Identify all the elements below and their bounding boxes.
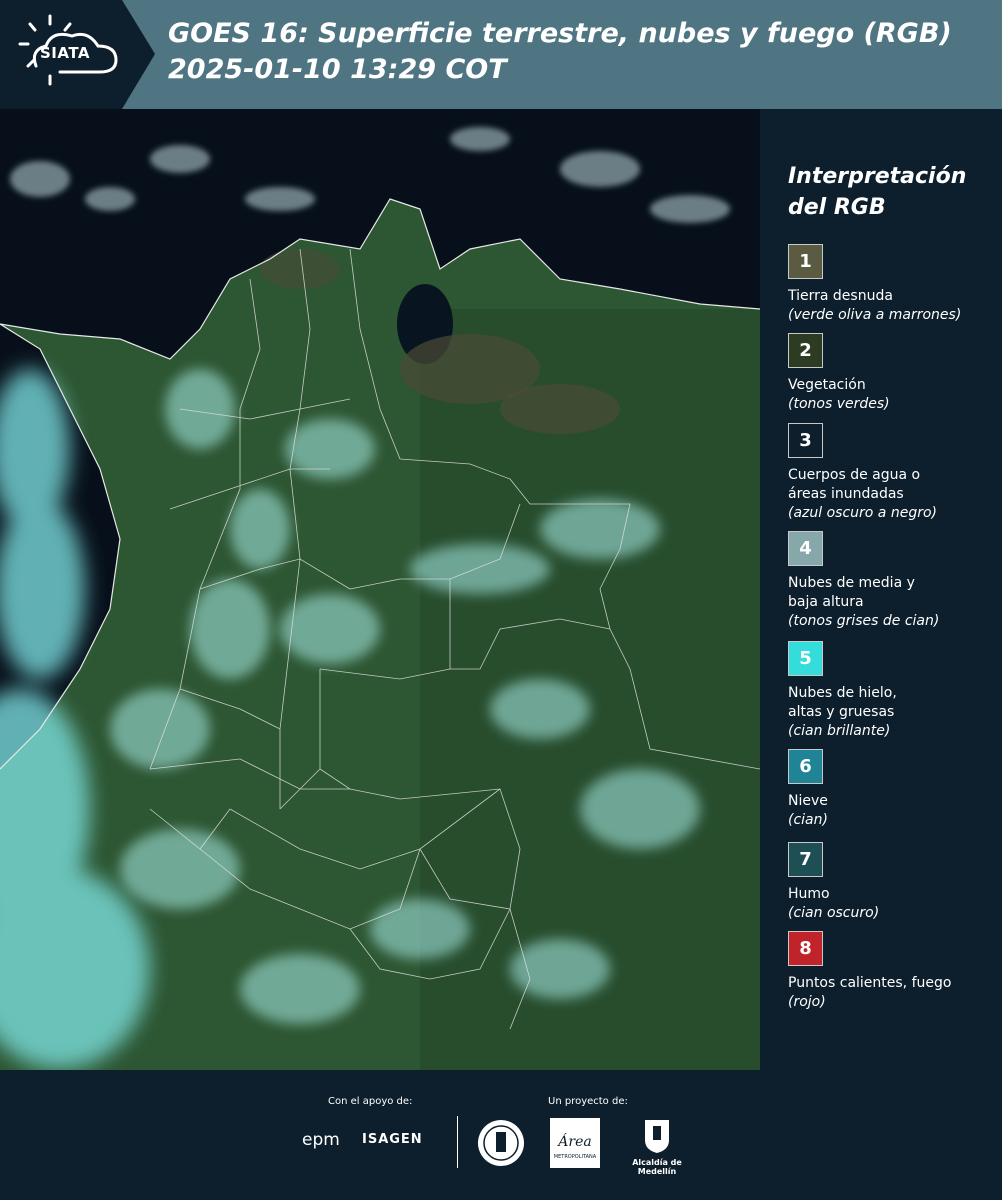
legend-swatch: 3	[788, 423, 823, 458]
legend-item-label-2: altas y gruesas	[788, 704, 895, 720]
title-line-2: 2025-01-10 13:29 COT	[168, 54, 507, 85]
legend-item-snow: 6 Nieve (cian)	[788, 749, 998, 830]
legend-swatch: 2	[788, 333, 823, 368]
header-banner: SIATA GOES 16: Superficie terrestre, nub…	[0, 0, 1002, 109]
isagen-logo: ISAGEN	[362, 1132, 423, 1147]
legend-item-sub: (tonos grises de cian)	[788, 613, 940, 629]
area-logo-subtext: METROPOLITANA	[554, 1154, 597, 1160]
legend-title-line-1: Interpretación	[788, 164, 967, 189]
legend-item-sub: (rojo)	[788, 994, 826, 1010]
legend-item-label: Nieve	[788, 793, 828, 809]
satellite-map	[0, 109, 760, 1070]
legend-item-sub: (cian oscuro)	[788, 905, 880, 921]
siata-logo: SIATA	[0, 0, 155, 109]
support-label: Con el apoyo de:	[328, 1096, 413, 1107]
legend-swatch: 4	[788, 531, 823, 566]
legend-swatch: 5	[788, 641, 823, 676]
area-metropolitana-logo: Área METROPOLITANA	[550, 1118, 600, 1172]
legend-item-label-2: áreas inundadas	[788, 486, 904, 502]
area-logo-text: Área	[556, 1132, 591, 1150]
legend-item-label-2: baja altura	[788, 594, 864, 610]
legend-title: Interpretación del RGB	[788, 161, 998, 223]
legend-item-bare-soil: 1 Tierra desnuda (verde oliva a marrones…	[788, 244, 998, 325]
legend-item-ice-clouds: 5 Nubes de hielo, altas y gruesas (cian …	[788, 641, 998, 741]
project-label: Un proyecto de:	[548, 1096, 628, 1107]
footer-divider	[457, 1116, 458, 1168]
medellin-shield-icon	[645, 1120, 669, 1153]
page-title: GOES 16: Superficie terrestre, nubes y f…	[168, 16, 998, 88]
legend-item-label: Tierra desnuda	[788, 288, 893, 304]
rgb-legend: Interpretación del RGB 1 Tierra desnuda …	[760, 109, 1002, 1070]
legend-title-line-2: del RGB	[788, 195, 886, 220]
legend-item-label: Humo	[788, 886, 830, 902]
legend-swatch: 8	[788, 931, 823, 966]
legend-item-label: Vegetación	[788, 377, 866, 393]
legend-swatch: 6	[788, 749, 823, 784]
legend-item-label: Nubes de hielo,	[788, 685, 897, 701]
legend-swatch: 1	[788, 244, 823, 279]
legend-swatch: 7	[788, 842, 823, 877]
legend-item-label: Nubes de media y	[788, 575, 915, 591]
footer-sponsors: Con el apoyo de: Un proyecto de: epm ISA…	[0, 1070, 1002, 1200]
legend-item-water: 3 Cuerpos de agua o áreas inundadas (azu…	[788, 423, 998, 523]
legend-item-label: Cuerpos de agua o	[788, 467, 921, 483]
legend-item-sub: (cian)	[788, 812, 828, 828]
legend-item-fire: 8 Puntos calientes, fuego (rojo)	[788, 931, 998, 1012]
legend-item-sub: (verde oliva a marrones)	[788, 307, 962, 323]
legend-item-sub: (tonos verdes)	[788, 396, 890, 412]
siata-logo-text: SIATA	[40, 44, 91, 62]
title-line-1: GOES 16: Superficie terrestre, nubes y f…	[168, 18, 952, 49]
legend-item-smoke: 7 Humo (cian oscuro)	[788, 842, 998, 923]
legend-item-sub: (azul oscuro a negro)	[788, 505, 937, 521]
legend-item-sub: (cian brillante)	[788, 723, 891, 739]
legend-item-vegetation: 2 Vegetación (tonos verdes)	[788, 333, 998, 414]
university-seal-icon	[476, 1118, 526, 1172]
legend-item-label: Puntos calientes, fuego	[788, 975, 952, 991]
alcaldia-medellin-logo: Alcaldía de Medellín	[612, 1118, 702, 1176]
legend-item-low-clouds: 4 Nubes de media y baja altura (tonos gr…	[788, 531, 998, 631]
epm-logo: epm	[302, 1130, 340, 1150]
medellin-label: Alcaldía de Medellín	[632, 1158, 682, 1176]
